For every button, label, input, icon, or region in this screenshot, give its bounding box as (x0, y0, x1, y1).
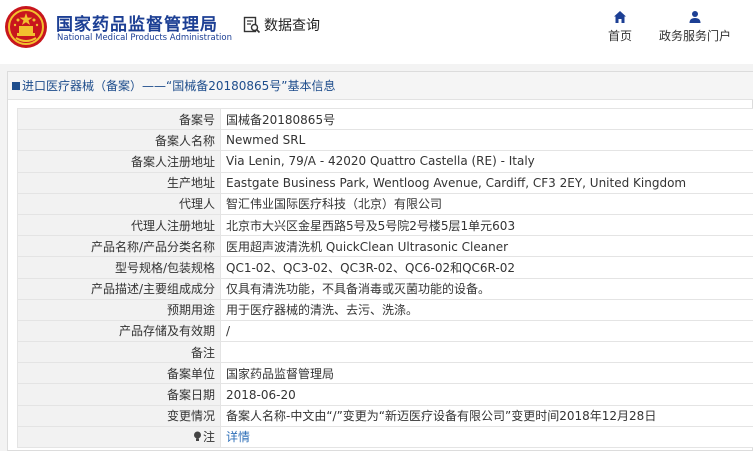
table-row: 代理人 智汇伟业国际医疗科技（北京）有限公司 (17, 192, 753, 215)
row-value: Newmed SRL (220, 129, 753, 152)
note-label: 注 (202, 430, 215, 445)
panel-title-bar: 进口医疗器械（备案）——“国械备20180865号”基本信息 (8, 72, 753, 100)
row-value: QC1-02、QC3-02、QC3R-02、QC6-02和QC6R-02 (220, 256, 753, 279)
row-value (220, 341, 753, 364)
table-row: 备案日期 2018-06-20 (17, 383, 753, 406)
site-header: 国家药品监督管理局 National Medical Products Admi… (0, 0, 753, 64)
table-row: 型号规格/包装规格 QC1-02、QC3-02、QC3R-02、QC6-02和QC… (17, 256, 753, 279)
row-value: 国械备20180865号 (220, 107, 753, 131)
table-row: 备案号 国械备20180865号 (17, 107, 753, 131)
row-label: 产品存储及有效期 (17, 319, 221, 343)
org-name-en: National Medical Products Administration (57, 33, 232, 43)
row-label: 代理人注册地址 (17, 213, 221, 237)
row-label: 产品描述/主要组成成分 (17, 277, 221, 300)
row-label: 型号规格/包装规格 (17, 256, 221, 279)
row-value: 用于医疗器械的清洗、去污、洗涤。 (220, 298, 753, 321)
bullet-icon (12, 81, 20, 90)
note-label-cell: 注 (17, 425, 221, 449)
table-row: 备案人注册地址 Via Lenin, 79/A - 42020 Quattro C… (17, 150, 753, 173)
row-label: 预期用途 (17, 298, 221, 321)
table-row: 产品存储及有效期 / (17, 319, 753, 343)
row-value: 北京市大兴区金星西路5号及5号院2号楼5层1单元603 (220, 213, 753, 237)
table-row: 生产地址 Eastgate Business Park, Wentloog Ave… (17, 171, 753, 194)
row-value: Eastgate Business Park, Wentloog Avenue,… (220, 171, 753, 194)
table-row: 备案人名称 Newmed SRL (17, 129, 753, 152)
record-info-table: 备案号 国械备20180865号 备案人名称 Newmed SRL 备案人注册地址 V… (17, 107, 753, 449)
row-label: 备案单位 (17, 362, 221, 385)
row-label: 备案号 (17, 107, 221, 131)
table-row: 备注 (17, 341, 753, 364)
row-label: 备案日期 (17, 383, 221, 406)
row-value: Via Lenin, 79/A - 42020 Quattro Castella… (220, 150, 753, 173)
table-row: 代理人注册地址 北京市大兴区金星西路5号及5号院2号楼5层1单元603 (17, 213, 753, 237)
nav-portal-label: 政务服务门户 (658, 29, 731, 43)
row-label: 变更情况 (17, 404, 221, 427)
nav-home-label: 首页 (607, 29, 632, 43)
row-label: 备案人注册地址 (17, 150, 221, 173)
table-row: 产品名称/产品分类名称 医用超声波清洗机 QuickClean Ultrasoni… (17, 235, 753, 258)
row-value: 2018-06-20 (220, 383, 753, 406)
table-row: 产品描述/主要组成成分 仅具有清洗功能，不具备消毒或灭菌功能的设备。 (17, 277, 753, 300)
data-query-link[interactable]: 数据查询 (243, 15, 320, 35)
row-value: 仅具有清洗功能，不具备消毒或灭菌功能的设备。 (220, 277, 753, 300)
note-value-cell: 详情 (220, 425, 753, 449)
row-value: 医用超声波清洗机 QuickClean Ultrasonic Cleaner (220, 235, 753, 258)
row-label: 生产地址 (17, 171, 221, 194)
home-icon (614, 11, 626, 23)
user-icon (689, 11, 701, 23)
record-detail-panel: 进口医疗器械（备案）——“国械备20180865号”基本信息 备案号 国械备201… (7, 71, 753, 451)
nav-government-portal[interactable]: 政务服务门户 (655, 10, 735, 44)
row-value: 国家药品监督管理局 (220, 362, 753, 385)
row-label: 备注 (17, 341, 221, 364)
row-value: / (220, 319, 753, 343)
row-label: 代理人 (17, 192, 221, 215)
table-row: 预期用途 用于医疗器械的清洗、去污、洗涤。 (17, 298, 753, 321)
data-query-label: 数据查询 (264, 18, 320, 34)
row-label: 备案人名称 (17, 129, 221, 152)
row-value: 备案人名称-中文由“/”变更为“新迈医疗设备有限公司”变更时间2018年12月2… (220, 404, 753, 427)
row-value: 智汇伟业国际医疗科技（北京）有限公司 (220, 192, 753, 215)
data-search-icon (243, 16, 261, 34)
lightbulb-icon (193, 431, 201, 442)
nav-home[interactable]: 首页 (600, 10, 640, 44)
table-row: 备案单位 国家药品监督管理局 (17, 362, 753, 385)
table-row: 变更情况 备案人名称-中文由“/”变更为“新迈医疗设备有限公司”变更时间2018年… (17, 404, 753, 427)
details-link[interactable]: 详情 (226, 430, 250, 444)
row-label: 产品名称/产品分类名称 (17, 235, 221, 258)
org-name-cn: 国家药品监督管理局 (56, 15, 218, 35)
national-emblem-logo (5, 6, 47, 48)
note-row: 注 详情 (17, 425, 753, 449)
panel-title: 进口医疗器械（备案）——“国械备20180865号”基本信息 (22, 79, 336, 93)
